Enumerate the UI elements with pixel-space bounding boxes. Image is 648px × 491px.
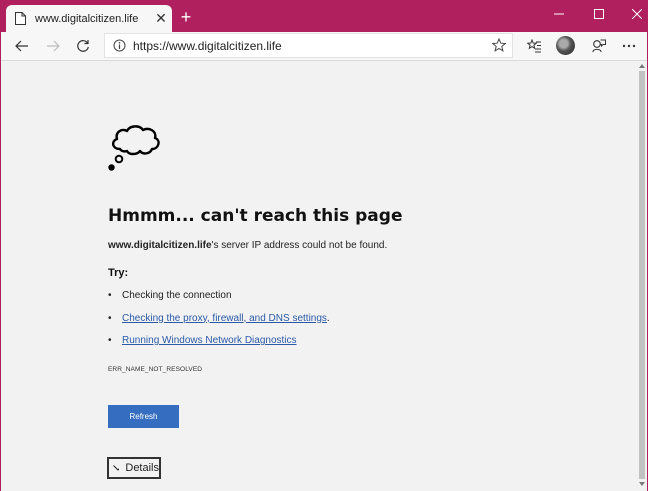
error-message: www.digitalcitizen.life's server IP addr…	[108, 240, 387, 251]
reload-icon	[77, 40, 89, 52]
details-toggle[interactable]: Details	[107, 457, 161, 479]
info-icon[interactable]	[113, 39, 126, 52]
suggestion-text: Checking the connection	[122, 290, 232, 301]
forward-arrow-icon	[47, 40, 60, 52]
network-diagnostics-link[interactable]: Running Windows Network Diagnostics	[122, 335, 297, 346]
feedback-button[interactable]	[587, 34, 611, 58]
title-bar: www.digitalcitizen.life ✕ +	[1, 1, 647, 32]
feedback-person-icon	[592, 39, 606, 53]
refresh-button[interactable]: Refresh	[108, 405, 179, 428]
back-button[interactable]	[10, 34, 34, 58]
page-icon	[15, 12, 26, 25]
maximize-button[interactable]	[581, 1, 617, 26]
error-heading: Hmmm... can't reach this page	[108, 206, 403, 226]
suggestion-item: • Checking the connection	[108, 290, 232, 301]
reload-button[interactable]	[71, 34, 95, 58]
minimize-icon	[554, 13, 564, 14]
thought-cloud-icon	[108, 125, 160, 171]
suggestion-suffix: .	[326, 312, 330, 324]
error-code: ERR_NAME_NOT_RESOLVED	[108, 366, 203, 373]
new-tab-button[interactable]: +	[177, 8, 195, 26]
details-label: Details	[125, 462, 159, 474]
vertical-scrollbar[interactable]	[637, 61, 646, 491]
minimize-button[interactable]	[541, 1, 577, 26]
browser-window: www.digitalcitizen.life ✕ + https://www.…	[0, 0, 648, 491]
forward-button[interactable]	[41, 34, 65, 58]
url-input[interactable]	[133, 36, 483, 55]
favorites-list-icon	[526, 39, 541, 53]
tab-title: www.digitalcitizen.life	[35, 12, 139, 25]
scroll-up-arrow-icon[interactable]	[638, 63, 646, 69]
try-label: Try:	[108, 267, 129, 279]
address-bar[interactable]	[104, 33, 513, 58]
chevron-down-icon	[113, 465, 120, 471]
profile-avatar[interactable]	[556, 36, 575, 55]
ellipsis-icon	[622, 44, 636, 48]
proxy-dns-settings-link[interactable]: Checking the proxy, firewall, and DNS se…	[122, 313, 327, 324]
maximize-icon	[594, 8, 604, 19]
tab-close-icon[interactable]: ✕	[150, 10, 172, 27]
suggestion-item: • Running Windows Network Diagnostics	[108, 335, 297, 346]
suggestion-item: • Checking the proxy, firewall, and DNS …	[108, 312, 330, 324]
scrollbar-thumb[interactable]	[639, 71, 645, 479]
scroll-down-arrow-icon[interactable]	[638, 481, 646, 487]
tab-active[interactable]: www.digitalcitizen.life ✕	[6, 5, 172, 32]
error-domain: www.digitalcitizen.life	[108, 240, 212, 251]
close-window-button[interactable]	[619, 1, 648, 26]
favorite-star-icon[interactable]	[492, 38, 506, 52]
back-arrow-icon	[15, 40, 28, 52]
error-message-rest: 's server IP address could not be found.	[211, 240, 388, 251]
navigation-toolbar	[1, 32, 647, 61]
error-page: Hmmm... can't reach this page www.digita…	[1, 61, 647, 491]
close-icon	[632, 8, 642, 19]
suggestion-list: • Checking the connection • Checking the…	[108, 290, 330, 358]
favorites-hub-button[interactable]	[522, 34, 546, 58]
more-options-button[interactable]	[617, 34, 641, 58]
